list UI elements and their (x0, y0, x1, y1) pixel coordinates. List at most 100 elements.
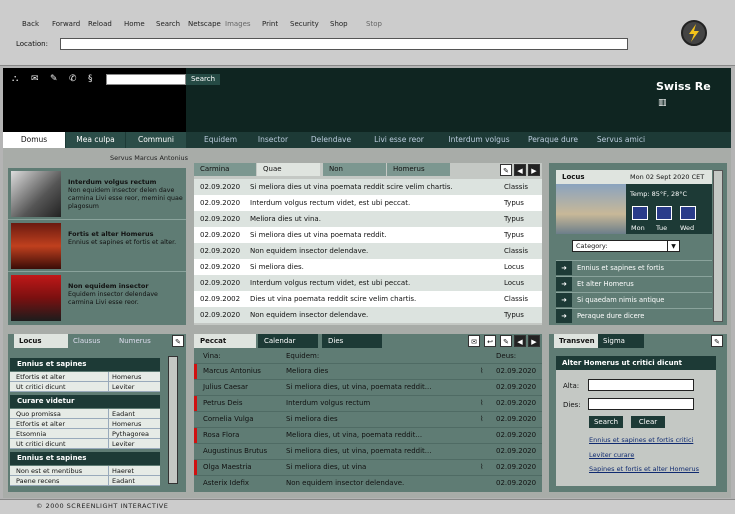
message-row[interactable]: Marcus Antonius Meliora dies 02.09.2020 ⌇ (194, 363, 542, 379)
table-row[interactable]: 02.09.2020 Non equidem insector delendave… (194, 243, 542, 259)
news-title[interactable]: Interdum volgus rectum (68, 178, 156, 186)
nav-tab-mea-culpa[interactable]: Mea culpa (66, 132, 125, 148)
locus-link[interactable]: ➜ Peraque dure dicere (556, 308, 712, 323)
table-row[interactable]: 02.09.2020 Si meliora dies ut vina poemat… (194, 227, 542, 243)
tab-quae[interactable]: Quae (257, 163, 321, 176)
next-icon[interactable]: ▶ (528, 335, 540, 347)
nav-tab-communi[interactable]: Communi (126, 132, 186, 148)
sitemap-icon[interactable]: ⛬ (12, 74, 18, 84)
locus-link-label[interactable]: Et alter Homerus (577, 277, 634, 291)
back-button[interactable]: Back (22, 20, 39, 28)
attachment-icon[interactable]: ⌇ (480, 460, 483, 475)
list-item[interactable]: Ut critici dicunt Leviter (10, 439, 160, 449)
home-button[interactable]: Home (124, 20, 145, 28)
news-title[interactable]: Fortis et alter Homerus (68, 230, 153, 238)
nav-tab-insector[interactable]: Insector (248, 132, 298, 148)
list-item[interactable]: Paene recens Eadant (10, 476, 160, 486)
news-item[interactable]: Non equidem insector Equidem insector de… (8, 272, 186, 324)
list-item[interactable]: Ut critici dicunt Leviter (10, 382, 160, 392)
location-field[interactable] (60, 38, 628, 50)
nav-tab-domus[interactable]: Domus (3, 132, 65, 148)
edit-icon[interactable]: ✎ (500, 164, 512, 176)
list-item[interactable]: Etfortis et alter Homerus (10, 419, 160, 429)
attachment-icon[interactable]: ⌇ (480, 412, 483, 427)
stop-button[interactable]: Stop (366, 20, 382, 28)
edit-icon[interactable]: ✎ (50, 74, 58, 84)
tab-calendar[interactable]: Calendar (258, 334, 318, 348)
tab-carmina[interactable]: Carmina (194, 163, 257, 176)
category-select[interactable]: Category: ▼ (572, 240, 680, 252)
table-row[interactable]: 02.09.2020 Si meliora dies. Locus (194, 259, 542, 275)
attachment-icon[interactable]: ⌇ (480, 396, 483, 411)
news-item[interactable]: Interdum volgus rectum Non equidem insec… (8, 168, 186, 220)
shop-button[interactable]: Shop (330, 20, 348, 28)
table-row[interactable]: 02.09.2020 Interdum volgus rectum videt, … (194, 195, 542, 211)
nav-tab-livi[interactable]: Livi esse reor (363, 132, 435, 148)
list-item[interactable]: Quo promissa Eadant (10, 409, 160, 419)
help-icon[interactable]: § (88, 74, 93, 84)
form-link[interactable]: Ennius et sapines et fortis critici (589, 436, 693, 444)
news-item[interactable]: Fortis et alter Homerus Ennius et sapine… (8, 220, 186, 272)
list-section-header[interactable]: Curare videtur (10, 395, 160, 408)
news-title[interactable]: Non equidem insector (68, 282, 149, 290)
site-search-input[interactable] (106, 74, 186, 85)
tab-non[interactable]: Non (323, 163, 387, 176)
netscape-button[interactable]: Netscape (188, 20, 221, 28)
reload-button[interactable]: Reload (88, 20, 112, 28)
message-row[interactable]: Julius Caesar Si meliora dies, ut vina, p… (194, 379, 542, 394)
edit-icon[interactable]: ✎ (711, 335, 723, 347)
search-button[interactable]: Search (589, 416, 623, 428)
nav-tab-servus[interactable]: Servus amici (589, 132, 653, 148)
contact-icon[interactable]: ✉ (31, 74, 39, 84)
message-row[interactable]: Rosa Flora Meliora dies, ut vina, poemata… (194, 427, 542, 443)
attachment-icon[interactable]: ⌇ (480, 364, 483, 379)
form-link[interactable]: Sapines et fortis et alter Homerus (589, 465, 699, 473)
edit-icon[interactable]: ✎ (500, 335, 512, 347)
locus-link[interactable]: ➜ Et alter Homerus (556, 276, 712, 291)
tab-numerus[interactable]: Numerus (114, 334, 160, 348)
locus-scrollbar[interactable] (713, 170, 723, 322)
next-icon[interactable]: ▶ (528, 164, 540, 176)
list-scrollbar[interactable] (168, 356, 178, 484)
chevron-down-icon[interactable]: ▼ (667, 241, 679, 251)
form-link[interactable]: Leviter curare (589, 451, 634, 459)
nav-tab-peraque[interactable]: Peraque dure (521, 132, 585, 148)
forward-button[interactable]: Forward (52, 20, 80, 28)
tab-sigma[interactable]: Sigma (598, 334, 644, 348)
table-row[interactable]: 02.09.2020 Interdum volgus rectum videt, … (194, 275, 542, 291)
tab-locus[interactable]: Locus (14, 334, 68, 348)
message-row[interactable]: Asterix Idefix Non equidem insector delen… (194, 475, 542, 490)
mail-icon[interactable]: ✉ (468, 335, 480, 347)
list-item[interactable]: Non est et mentibus Haeret (10, 466, 160, 476)
locus-link-label[interactable]: Si quaedam nimis antique (577, 293, 664, 307)
list-section-header[interactable]: Ennius et sapines (10, 452, 160, 465)
tab-transven[interactable]: Transven (554, 334, 598, 348)
clear-button[interactable]: Clear (631, 416, 665, 428)
nav-tab-delendave[interactable]: Delendave (301, 132, 361, 148)
site-search-button[interactable]: Search (186, 74, 220, 85)
tab-dies[interactable]: Dies (322, 334, 382, 348)
search-toolbar-button[interactable]: Search (156, 20, 180, 28)
prev-icon[interactable]: ◀ (514, 164, 526, 176)
message-row[interactable]: Augustinus Brutus Si meliora dies, ut vin… (194, 443, 542, 458)
print-button[interactable]: Print (262, 20, 278, 28)
edit-icon[interactable]: ✎ (172, 335, 184, 347)
security-button[interactable]: Security (290, 20, 319, 28)
locus-link-label[interactable]: Peraque dure dicere (577, 309, 644, 323)
locus-link[interactable]: ➜ Si quaedam nimis antique (556, 292, 712, 307)
locus-link-label[interactable]: Ennius et sapines et fortis (577, 261, 664, 275)
chat-icon[interactable]: ✆ (69, 74, 77, 84)
nav-tab-equidem[interactable]: Equidem (193, 132, 248, 148)
locus-link[interactable]: ➜ Ennius et sapines et fortis (556, 260, 712, 275)
message-row[interactable]: Olga Maestria Si meliora dies, ut vina 02.… (194, 459, 542, 475)
message-row[interactable]: Petrus Deis Interdum volgus rectum 02.09.2… (194, 395, 542, 411)
nav-tab-interdum[interactable]: Interdum volgus (439, 132, 519, 148)
reply-icon[interactable]: ↩ (484, 335, 496, 347)
table-row[interactable]: 02.09.2020 Meliora dies ut vina. Typus (194, 211, 542, 227)
prev-icon[interactable]: ◀ (514, 335, 526, 347)
images-button[interactable]: Images (225, 20, 251, 28)
dies-input[interactable] (588, 398, 694, 410)
list-item[interactable]: Etfortis et alter Homerus (10, 372, 160, 382)
table-row[interactable]: 02.09.2020 Si meliora dies ut vina poemat… (194, 179, 542, 195)
tab-clausus[interactable]: Clausus (68, 334, 114, 348)
